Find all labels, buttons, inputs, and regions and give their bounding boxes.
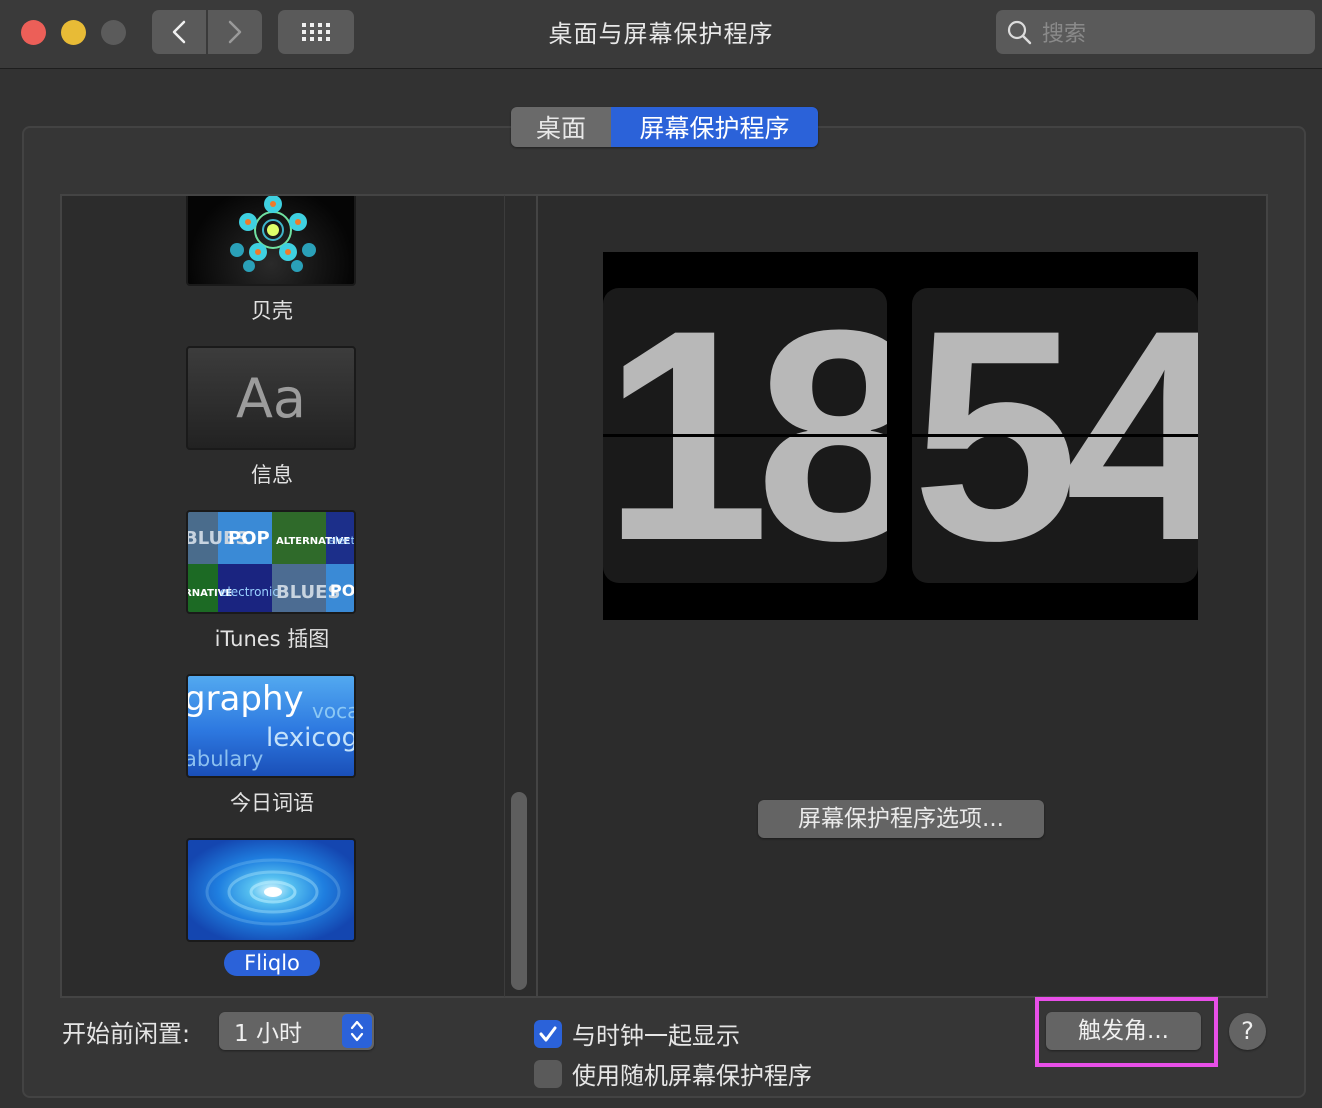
word-thumb-text: lexicog — [266, 723, 356, 753]
saver-label: 信息 — [251, 463, 293, 487]
message-thumbnail: Aa — [186, 346, 356, 450]
saver-label: iTunes 插图 — [214, 627, 330, 651]
idle-time-value: 1 小时 — [234, 1021, 302, 1047]
itunes-tile-text: POP — [330, 581, 356, 600]
show-with-clock-checkbox[interactable] — [534, 1019, 562, 1048]
saver-item-shell[interactable]: 贝壳 — [186, 196, 358, 326]
word-thumb-text: voca — [312, 699, 356, 723]
idle-label: 开始前闲置: — [62, 1020, 191, 1048]
itunes-tile-text: POP — [228, 528, 270, 549]
saver-label: 贝壳 — [251, 299, 293, 323]
search-field[interactable]: 搜索 — [996, 10, 1315, 54]
random-saver-label: 使用随机屏幕保护程序 — [572, 1062, 812, 1090]
saver-item-fliqlo[interactable]: Fliqlo — [186, 838, 358, 976]
checkmark-icon — [539, 1026, 557, 1041]
list-scrollbar-thumb[interactable] — [511, 792, 527, 990]
saver-label: 今日词语 — [230, 791, 314, 815]
search-placeholder: 搜索 — [1042, 22, 1087, 47]
show-with-clock-label: 与时钟一起显示 — [572, 1022, 740, 1050]
itunes-thumbnail: BLUES POP ALTERNATIVE electronic ALTERNA… — [186, 510, 356, 614]
word-thumb-text: abulary — [188, 747, 263, 771]
fliqlo-thumbnail — [186, 838, 356, 942]
itunes-tile-text: electronic — [328, 534, 356, 547]
tab-bar: 桌面 屏幕保护程序 — [511, 107, 818, 147]
magnifier-icon — [1007, 20, 1032, 45]
hot-corners-button[interactable]: 触发角... — [1046, 1012, 1201, 1050]
idle-time-select[interactable]: 1 小时 — [219, 1012, 374, 1050]
saver-item-message[interactable]: Aa 信息 — [186, 346, 358, 490]
show-with-clock-row[interactable]: 与时钟一起显示 — [534, 1016, 740, 1051]
word-thumb-text: graphy — [188, 679, 304, 719]
random-saver-row[interactable]: 使用随机屏幕保护程序 — [534, 1056, 812, 1091]
word-of-day-thumbnail: graphy voca lexicog abulary — [186, 674, 356, 778]
card-divider — [603, 434, 887, 437]
up-down-arrows-icon — [342, 1014, 372, 1048]
help-button[interactable]: ? — [1229, 1013, 1266, 1050]
tab-screen-saver[interactable]: 屏幕保护程序 — [611, 107, 818, 147]
screen-saver-options-button[interactable]: 屏幕保护程序选项... — [758, 800, 1044, 838]
flip-clock-preview: 18 54 — [603, 252, 1198, 620]
saver-item-word-of-the-day[interactable]: graphy voca lexicog abulary 今日词语 — [186, 674, 358, 818]
card-divider — [912, 434, 1198, 437]
screen-saver-list[interactable]: 贝壳 Aa 信息 BLUES POP ALTERNATIVE electron — [60, 194, 506, 998]
hours-card: 18 — [603, 288, 887, 583]
random-saver-checkbox[interactable] — [534, 1059, 562, 1088]
tab-desktop[interactable]: 桌面 — [511, 107, 611, 147]
minutes-card: 54 — [912, 288, 1198, 583]
itunes-tile-text: electronic — [220, 585, 279, 599]
shell-thumbnail — [186, 196, 356, 286]
saver-item-itunes-artwork[interactable]: BLUES POP ALTERNATIVE electronic ALTERNA… — [186, 510, 358, 654]
saver-label-selected: Fliqlo — [224, 950, 320, 976]
title-bar: 桌面与屏幕保护程序 搜索 — [0, 0, 1322, 69]
